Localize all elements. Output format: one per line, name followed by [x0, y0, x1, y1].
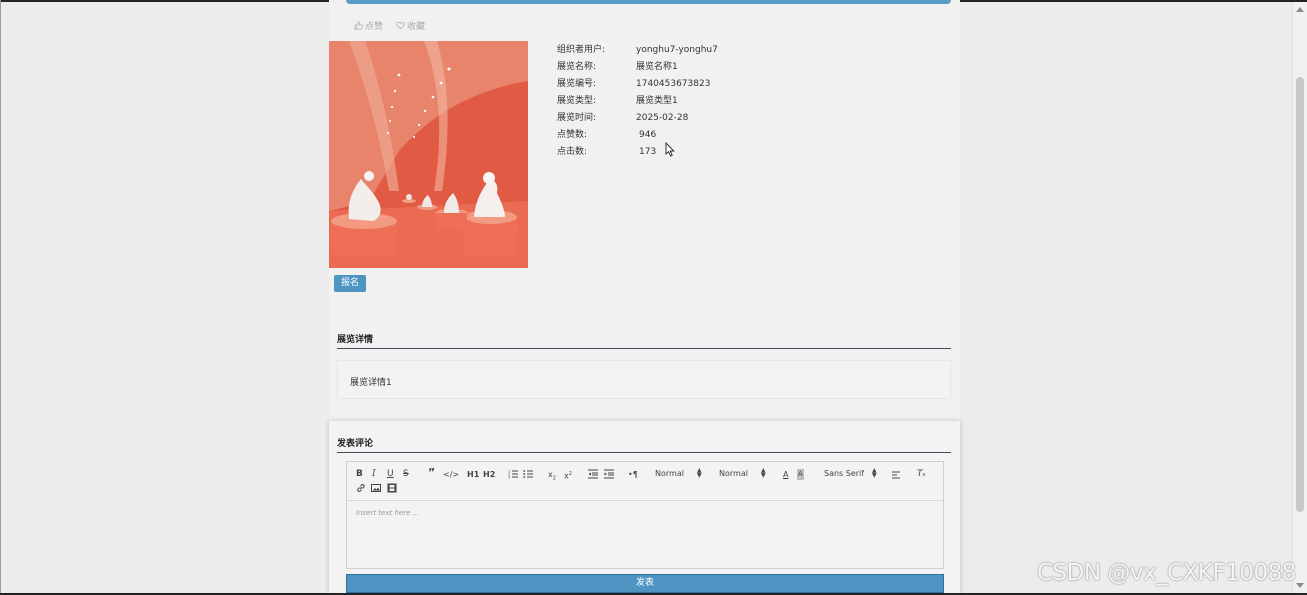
like-button[interactable]: 点赞 [354, 19, 383, 32]
clicks-label: 点击数: [557, 147, 588, 157]
mouse-cursor-icon [665, 142, 675, 157]
watermark: CSDN @vx_CXKF10088 [1037, 560, 1296, 586]
clear-format-icon[interactable]: Tx [917, 469, 925, 481]
blockquote-icon[interactable]: ” [428, 467, 435, 478]
select-arrows-icon: ▲ ▼ [761, 467, 766, 479]
comment-divider [337, 452, 951, 453]
detail-box: 展览详情1 [337, 360, 951, 399]
select-arrows-icon: ▲ ▼ [697, 467, 702, 479]
link-icon[interactable] [356, 483, 366, 493]
indent-icon[interactable] [604, 469, 614, 479]
background-color-icon[interactable]: A [797, 469, 804, 480]
text-color-icon[interactable]: A [783, 469, 788, 480]
likes-label: 点赞数: [557, 130, 588, 140]
bold-icon[interactable]: B [356, 469, 363, 480]
detail-content: 展览详情1 [350, 378, 392, 388]
name-value: 展览名称1 [636, 62, 678, 72]
organizer-value: yonghu7-yonghu7 [636, 45, 718, 55]
bullet-list-icon[interactable] [523, 469, 533, 479]
font-select-value: Sans Serif [824, 469, 865, 478]
exhibition-photo [329, 41, 528, 268]
heart-icon [396, 21, 405, 30]
subscript-icon[interactable]: x2 [548, 469, 556, 485]
time-label: 展览时间: [557, 113, 597, 123]
scroll-down-icon[interactable] [1296, 583, 1304, 588]
signup-button[interactable]: 报名 [334, 275, 366, 292]
page-scrollbar[interactable] [1292, 2, 1307, 593]
publish-button[interactable]: 发表 [346, 574, 944, 593]
strike-icon[interactable]: S [403, 469, 409, 480]
favorite-label: 收藏 [407, 22, 426, 32]
scrollbar-thumb[interactable] [1296, 77, 1304, 512]
editor-placeholder[interactable]: Insert text here ... [356, 509, 419, 517]
header1-icon[interactable]: H1 [467, 469, 479, 480]
clicks-value: 173 [639, 147, 657, 157]
underline-icon[interactable]: U [387, 469, 394, 480]
name-label: 展览名称: [557, 62, 597, 72]
comment-card: 发表评论 B I U S ” </> H1 H2 123 x2 x2 •¶ No… [329, 421, 960, 595]
detail-divider [337, 348, 951, 349]
action-bar: 点赞 收藏 [354, 19, 425, 32]
favorite-button[interactable]: 收藏 [396, 19, 425, 32]
superscript-icon[interactable]: x2 [564, 469, 572, 482]
header-bar [346, 0, 951, 4]
text-direction-icon[interactable]: •¶ [628, 469, 638, 480]
code-block-icon[interactable]: </> [443, 469, 459, 480]
likes-value: 946 [639, 130, 657, 140]
type-label: 展览类型: [557, 96, 597, 106]
ordered-list-icon[interactable]: 123 [508, 469, 518, 479]
svg-text:3: 3 [508, 476, 510, 480]
number-value: 1740453673823 [636, 79, 711, 89]
window-left-border [0, 0, 1, 595]
rich-text-editor: B I U S ” </> H1 H2 123 x2 x2 •¶ Normal … [346, 461, 944, 569]
scroll-up-icon[interactable] [1296, 7, 1304, 12]
header-select-value: Normal [655, 469, 684, 478]
like-label: 点赞 [365, 22, 384, 32]
thumbs-up-icon [354, 21, 363, 30]
header2-icon[interactable]: H2 [483, 469, 495, 480]
time-value: 2025-02-28 [636, 113, 689, 123]
number-label: 展览编号: [557, 79, 597, 89]
image-icon[interactable] [371, 483, 381, 493]
font-select[interactable]: Sans Serif ▲ ▼ [824, 467, 880, 479]
detail-section-title: 展览详情 [337, 335, 374, 345]
comment-section-title: 发表评论 [337, 439, 374, 449]
type-value: 展览类型1 [636, 96, 678, 106]
size-select[interactable]: Normal ▲ ▼ [719, 467, 771, 479]
select-arrows-icon: ▲ ▼ [872, 467, 877, 479]
video-icon[interactable] [387, 483, 397, 493]
organizer-label: 组织者用户: [557, 45, 606, 55]
header-select[interactable]: Normal ▲ ▼ [655, 467, 707, 479]
size-select-value: Normal [719, 469, 748, 478]
outdent-icon[interactable] [588, 469, 598, 479]
italic-icon[interactable]: I [372, 469, 376, 480]
editor-toolbar: B I U S ” </> H1 H2 123 x2 x2 •¶ Normal … [347, 462, 943, 501]
align-icon[interactable] [892, 470, 902, 480]
